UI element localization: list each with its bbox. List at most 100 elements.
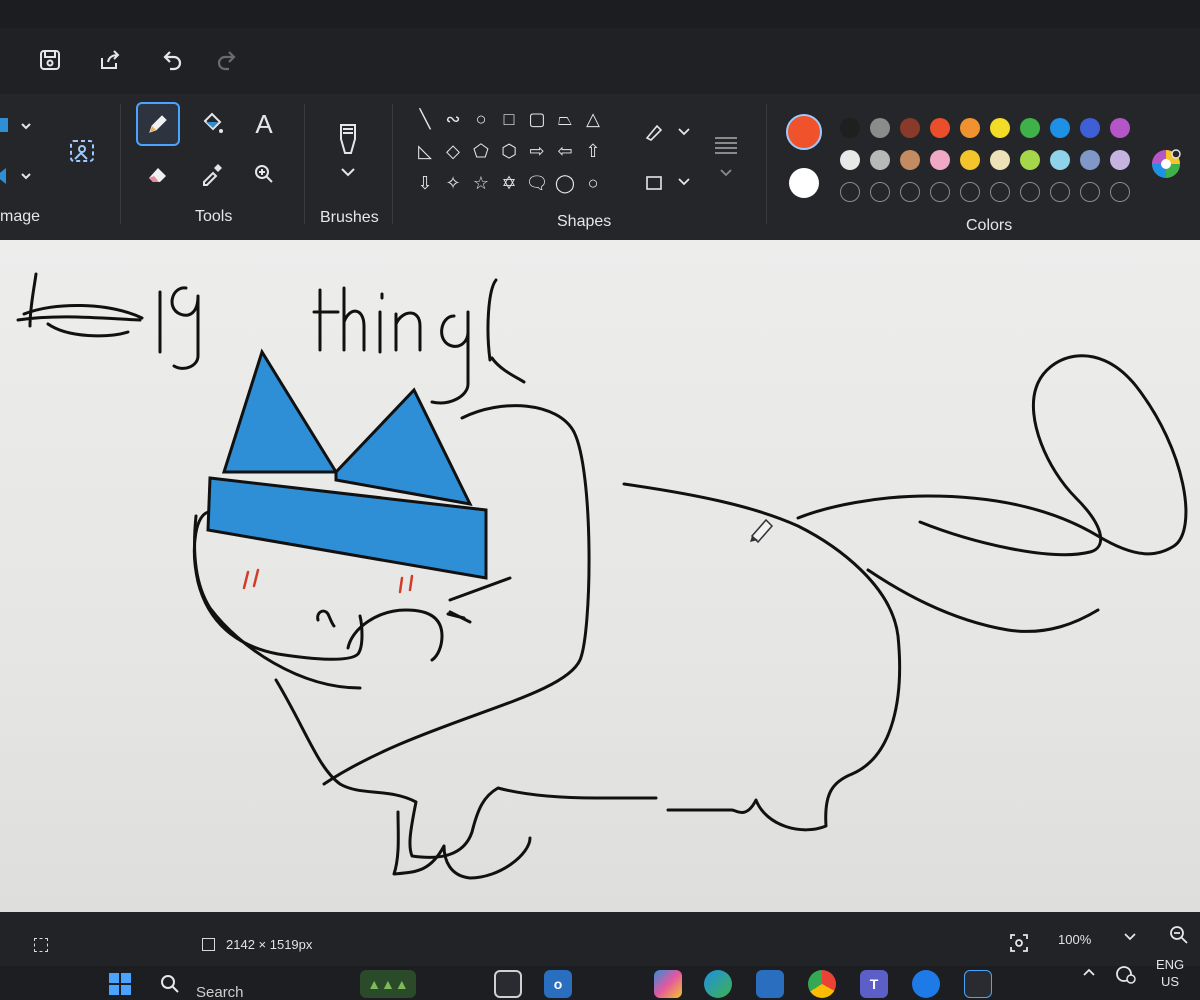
custom-color-slot[interactable] [930, 182, 950, 202]
palette-color-swatch[interactable] [960, 118, 980, 138]
right-triangle-shape[interactable]: ◺ [414, 140, 436, 162]
start-button[interactable] [106, 970, 134, 998]
edit-colors-button[interactable] [1146, 144, 1186, 184]
palette-color-swatch[interactable] [900, 118, 920, 138]
six-point-star-shape[interactable]: ✡ [498, 172, 520, 194]
secondary-color-swatch[interactable] [789, 168, 819, 198]
pencil-cursor [750, 518, 774, 544]
task-view-button[interactable] [494, 970, 522, 998]
language-indicator[interactable]: ENG US [1156, 956, 1184, 990]
palette-color-swatch[interactable] [840, 118, 860, 138]
drawing-canvas[interactable] [0, 240, 1200, 912]
four-point-star-shape[interactable]: ✧ [442, 172, 464, 194]
primary-color-swatch[interactable] [786, 114, 822, 150]
left-arrow-shape[interactable]: ⇦ [554, 140, 576, 162]
palette-color-swatch[interactable] [1050, 150, 1070, 170]
palette-color-swatch[interactable] [930, 150, 950, 170]
divider [304, 104, 305, 224]
palette-color-swatch[interactable] [870, 118, 890, 138]
teams-app-icon[interactable]: T [860, 970, 888, 998]
palette-color-swatch[interactable] [960, 150, 980, 170]
custom-color-slot[interactable] [1020, 182, 1040, 202]
taskbar-search-box[interactable]: Search [196, 984, 244, 1000]
tail [796, 354, 1188, 557]
up-arrow-shape[interactable]: ⇧ [582, 140, 604, 162]
copilot-app-icon[interactable] [654, 970, 682, 998]
text-tool-button[interactable]: A [242, 102, 286, 146]
five-point-star-shape[interactable]: ☆ [470, 172, 492, 194]
palette-color-swatch[interactable] [1020, 118, 1040, 138]
custom-color-slot[interactable] [1080, 182, 1100, 202]
shapes-group-label: Shapes [557, 213, 612, 230]
show-hidden-icons-button[interactable] [1080, 964, 1098, 982]
store-app-icon[interactable] [756, 970, 784, 998]
magnifier-tool-button[interactable] [242, 152, 286, 196]
widgets-button[interactable]: ▲▲▲ [360, 970, 416, 998]
right-arrow-shape[interactable]: ⇨ [526, 140, 548, 162]
image-resize-icon [70, 140, 94, 162]
palette-color-swatch[interactable] [990, 150, 1010, 170]
down-arrow-shape[interactable]: ⇩ [414, 172, 436, 194]
color-picker-tool-button[interactable] [190, 152, 234, 196]
zoom-out-button[interactable] [1168, 924, 1190, 946]
taskbar [0, 966, 1200, 1000]
search-icon[interactable] [160, 974, 180, 994]
palette-color-swatch[interactable] [1110, 118, 1130, 138]
rectangle-shape[interactable]: □ [498, 108, 520, 130]
palette-color-swatch[interactable] [1080, 150, 1100, 170]
palette-color-swatch[interactable] [1080, 118, 1100, 138]
redo-button[interactable] [208, 42, 244, 78]
palette-color-swatch[interactable] [840, 150, 860, 170]
chrome-app-icon[interactable] [808, 970, 836, 998]
oval-shape[interactable]: ○ [470, 108, 492, 130]
network-status[interactable] [1114, 962, 1138, 986]
callout-rect-shape[interactable]: 🗨 [526, 172, 549, 194]
custom-color-slot[interactable] [840, 182, 860, 202]
palette-color-swatch[interactable] [1020, 150, 1040, 170]
canvas-size-icon [202, 938, 215, 951]
outline-dropdown[interactable] [640, 110, 696, 154]
custom-color-slot[interactable] [1050, 182, 1070, 202]
rounded-rectangle-shape[interactable]: ▢ [526, 108, 548, 130]
palette-color-swatch[interactable] [930, 118, 950, 138]
fit-to-window-button[interactable] [1008, 932, 1030, 954]
custom-color-slot[interactable] [870, 182, 890, 202]
zoom-dropdown[interactable] [1120, 926, 1140, 946]
pentagon-shape[interactable]: ⬠ [470, 140, 492, 162]
outlook-app-icon[interactable]: o [544, 970, 572, 998]
hexagon-shape[interactable]: ⬡ [498, 140, 520, 162]
line-shape[interactable]: ╲ [414, 108, 436, 130]
rotate-tool-button[interactable] [0, 154, 38, 198]
fill-dropdown[interactable] [640, 160, 696, 204]
share-button[interactable] [92, 42, 128, 78]
edge-app-icon[interactable] [704, 970, 732, 998]
fill-tool-button[interactable] [190, 102, 234, 146]
palette-color-swatch[interactable] [1110, 150, 1130, 170]
pencil-tool-button[interactable] [136, 102, 180, 146]
custom-color-slot[interactable] [1110, 182, 1130, 202]
eraser-tool-button[interactable] [136, 152, 180, 196]
paint-app-icon[interactable] [964, 970, 992, 998]
diamond-shape[interactable]: ◇ [442, 140, 464, 162]
undo-button[interactable] [155, 42, 191, 78]
callout-cloud-shape[interactable]: ○ [582, 172, 604, 194]
callout-oval-shape[interactable]: ◯ [554, 172, 576, 194]
size-dropdown[interactable] [702, 124, 748, 184]
select-tool-button[interactable] [0, 104, 38, 148]
curve-shape[interactable]: ∾ [442, 108, 464, 130]
polygon-shape[interactable]: ⏢ [554, 108, 576, 130]
image-crop-button[interactable] [60, 128, 104, 172]
messenger-app-icon[interactable] [912, 970, 940, 998]
triangle-shape[interactable]: △ [582, 108, 604, 130]
custom-color-slot[interactable] [960, 182, 980, 202]
region-code: US [1161, 974, 1180, 989]
palette-color-swatch[interactable] [870, 150, 890, 170]
palette-color-swatch[interactable] [900, 150, 920, 170]
palette-color-swatch[interactable] [990, 118, 1010, 138]
palette-color-swatch[interactable] [1050, 118, 1070, 138]
zoom-level[interactable]: 100% [1058, 932, 1091, 947]
brushes-button[interactable] [326, 114, 370, 184]
save-button[interactable] [32, 42, 68, 78]
custom-color-slot[interactable] [900, 182, 920, 202]
custom-color-slot[interactable] [990, 182, 1010, 202]
